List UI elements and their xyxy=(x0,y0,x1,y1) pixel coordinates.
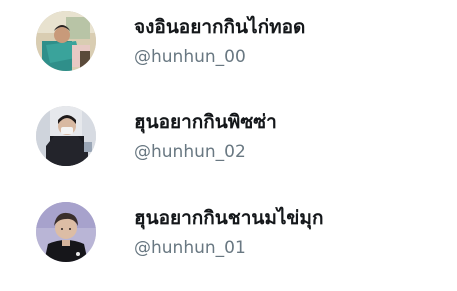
display-name[interactable]: ฮุนอยากกินชานมไข่มุก xyxy=(134,207,323,229)
user-handle: @hunhun_02 xyxy=(134,142,246,162)
account-row[interactable]: ฮุนอยากกินพิซซ่า @hunhun_02 xyxy=(0,102,457,172)
avatar[interactable] xyxy=(36,202,96,262)
user-handle: @hunhun_00 xyxy=(134,47,246,67)
account-list: จงอินอยากกินไก่ทอด @hunhun_00 ฮุนอยากกิน… xyxy=(0,0,457,291)
user-handle: @hunhun_01 xyxy=(134,238,246,258)
avatar[interactable] xyxy=(36,106,96,166)
display-name[interactable]: ฮุนอยากกินพิซซ่า xyxy=(134,111,277,133)
avatar[interactable] xyxy=(36,11,96,71)
avatar-photo-icon xyxy=(36,106,96,166)
account-row[interactable]: ฮุนอยากกินชานมไข่มุก @hunhun_01 xyxy=(0,198,457,268)
avatar-photo-icon xyxy=(36,11,96,71)
account-row[interactable]: จงอินอยากกินไก่ทอด @hunhun_00 xyxy=(0,7,457,77)
display-name[interactable]: จงอินอยากกินไก่ทอด xyxy=(134,16,305,38)
avatar-photo-icon xyxy=(36,202,96,262)
